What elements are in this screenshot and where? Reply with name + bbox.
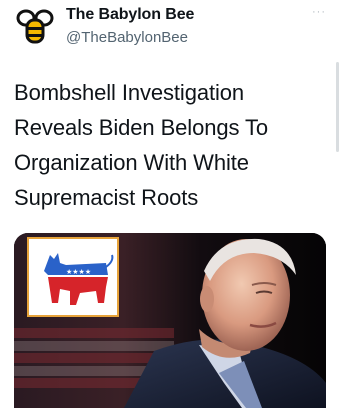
bee-logo-icon: [16, 9, 54, 44]
author-name[interactable]: The Babylon Bee: [66, 6, 194, 24]
more-options-icon[interactable]: ···: [312, 6, 326, 18]
svg-text:★★★★: ★★★★: [66, 268, 91, 276]
avatar[interactable]: [14, 3, 56, 45]
tweet-card[interactable]: The Babylon Bee @TheBabylonBee ··· Bombs…: [0, 0, 340, 408]
democratic-donkey-logo-icon: ★★★★: [27, 237, 119, 317]
author-handle[interactable]: @TheBabylonBee: [66, 29, 188, 46]
tweet-media-image[interactable]: ★★★★: [14, 233, 326, 408]
scrollbar[interactable]: [336, 62, 339, 152]
tweet-text: Bombshell Investigation Reveals Biden Be…: [14, 80, 269, 210]
